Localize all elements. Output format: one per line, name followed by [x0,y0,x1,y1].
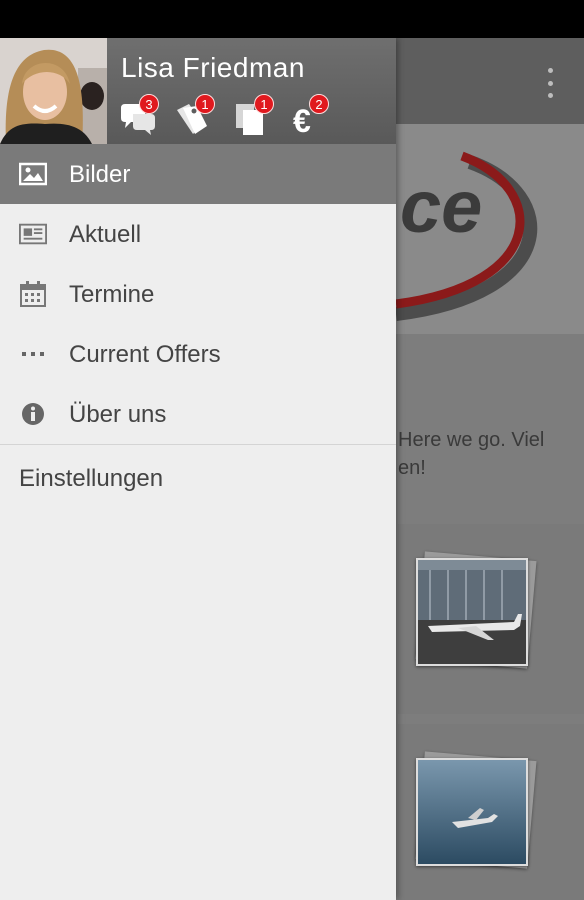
documents-badge: 1 [254,94,274,114]
user-name: Lisa Friedman [121,52,305,83]
image-icon [19,161,47,187]
menu-item-bilder[interactable]: Bilder [0,144,396,204]
navigation-drawer: Lisa Friedman 3 1 1 € 2 Bilder Aktuell T… [0,38,396,900]
overflow-menu-icon[interactable] [543,68,557,98]
tags-badge: 1 [195,94,215,114]
notification-icons: 3 1 1 € 2 [119,94,389,138]
status-bar [0,0,584,38]
messages-badge: 3 [139,94,159,114]
menu-item-termine[interactable]: Termine [0,264,396,324]
menu-item-label: Über uns [69,401,167,428]
aerial-plane-photo [416,758,528,866]
drawer-menu: Bilder Aktuell Termine Current Offers Üb… [0,144,396,513]
logo-text: ce [400,165,482,248]
drawer-header: Lisa Friedman 3 1 1 € 2 [0,38,396,144]
calendar-icon [19,281,47,307]
avatar[interactable] [0,38,107,144]
offers-price-button[interactable]: € 2 [291,94,331,138]
background-text-line2: en! [398,457,426,479]
hangar-photo [416,558,528,666]
menu-item-label: Current Offers [69,341,221,368]
documents-button[interactable]: 1 [234,94,274,138]
background-text-line1: Here we go. Viel [398,429,545,451]
more-dots-icon [19,341,47,367]
messages-button[interactable]: 3 [119,94,159,138]
svg-text:€: € [293,103,311,136]
gallery-card[interactable] [398,524,584,714]
tags-button[interactable]: 1 [175,94,215,138]
menu-item-label: Aktuell [69,221,142,248]
menu-item-einstellungen[interactable]: Einstellungen [0,445,396,513]
menu-item-current-offers[interactable]: Current Offers [0,324,396,384]
newspaper-icon [19,221,47,247]
info-icon [19,401,47,427]
background-intro-text: Here we go. Viel en! [398,426,584,482]
settings-label: Einstellungen [19,465,164,492]
menu-item-aktuell[interactable]: Aktuell [0,204,396,264]
gallery-card[interactable] [398,724,584,900]
offers-badge: 2 [309,94,329,114]
menu-item-ueber-uns[interactable]: Über uns [0,384,396,444]
menu-item-label: Termine [69,281,155,308]
menu-item-label: Bilder [69,161,131,188]
